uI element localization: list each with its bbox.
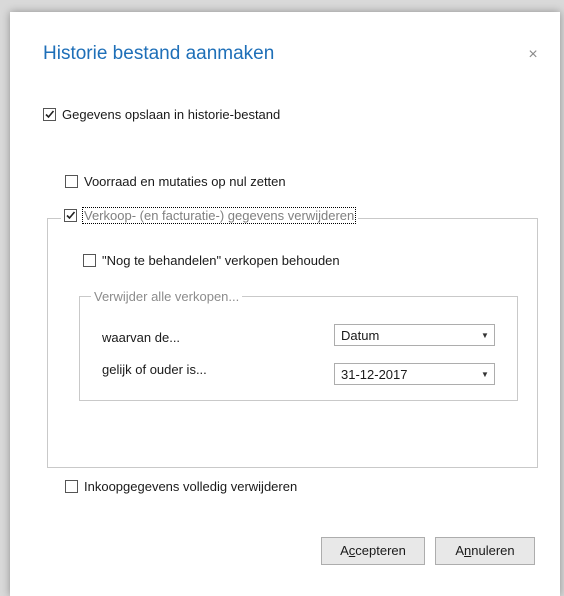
where-label: waarvan de... xyxy=(102,330,181,345)
zero-stock-label: Voorraad en mutaties op nul zetten xyxy=(84,174,286,189)
checkbox-checked-icon xyxy=(64,209,77,222)
delete-all-sales-group xyxy=(79,296,518,401)
older-label: gelijk of ouder is... xyxy=(102,362,207,377)
dropdown-arrow-icon: ▼ xyxy=(481,369,489,379)
delete-sales-checkbox[interactable]: Verkoop- (en facturatie-) gegevens verwi… xyxy=(61,207,359,224)
dropdown-arrow-icon: ▼ xyxy=(481,330,489,340)
accept-label-start: A xyxy=(340,543,349,558)
save-history-checkbox[interactable]: Gegevens opslaan in historie-bestand xyxy=(43,107,280,122)
dialog: Historie bestand aanmaken × Gegevens ops… xyxy=(10,12,560,596)
cancel-label-end: nuleren xyxy=(471,543,515,558)
checkbox-checked-icon xyxy=(43,108,56,121)
checkbox-unchecked-icon xyxy=(65,175,78,188)
delete-purchase-label: Inkoopgegevens volledig verwijderen xyxy=(84,479,298,494)
zero-stock-checkbox[interactable]: Voorraad en mutaties op nul zetten xyxy=(65,174,286,189)
where-select[interactable]: Datum ▼ xyxy=(334,324,495,346)
checkbox-unchecked-icon xyxy=(65,480,78,493)
delete-purchase-checkbox[interactable]: Inkoopgegevens volledig verwijderen xyxy=(65,479,297,494)
cancel-button[interactable]: Annuleren xyxy=(435,537,535,565)
keep-pending-label: "Nog te behandelen" verkopen behouden xyxy=(102,253,340,268)
date-select[interactable]: 31-12-2017 ▼ xyxy=(334,363,495,385)
checkbox-unchecked-icon xyxy=(83,254,96,267)
accept-button[interactable]: Accepteren xyxy=(321,537,425,565)
accept-label-end: cepteren xyxy=(355,543,406,558)
delete-sales-label: Verkoop- (en facturatie-) gegevens verwi… xyxy=(81,207,357,224)
close-icon[interactable]: × xyxy=(522,44,544,66)
dialog-title: Historie bestand aanmaken xyxy=(43,43,275,64)
keep-pending-checkbox[interactable]: "Nog te behandelen" verkopen behouden xyxy=(83,253,340,268)
where-select-value: Datum xyxy=(341,327,380,343)
date-select-value: 31-12-2017 xyxy=(341,366,408,382)
cancel-label-start: A xyxy=(455,543,465,558)
delete-all-sales-legend: Verwijder alle verkopen... xyxy=(91,289,243,304)
save-history-label: Gegevens opslaan in historie-bestand xyxy=(62,107,281,122)
